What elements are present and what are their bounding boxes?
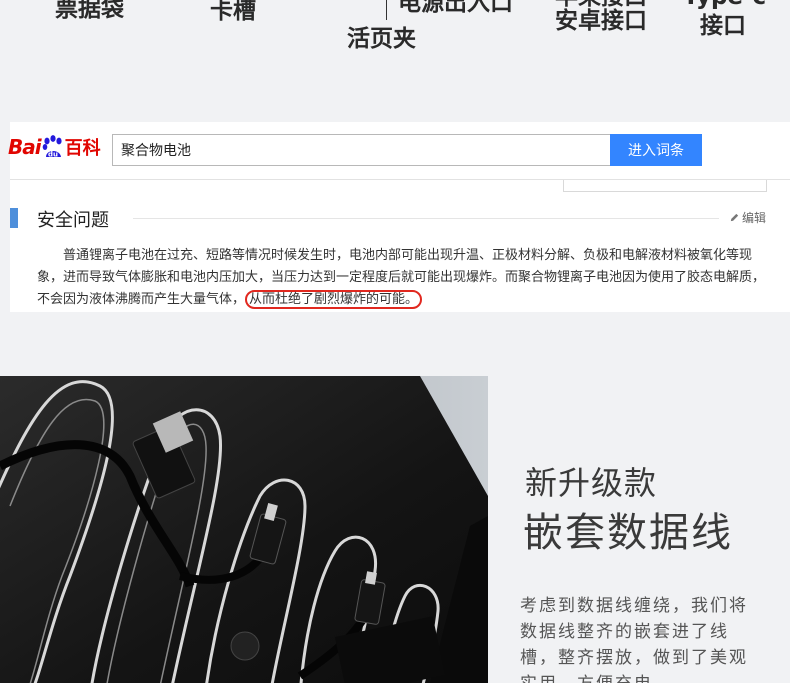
label-android-port: 安卓接口	[555, 8, 647, 34]
product-description: 考虑到数据线缠绕，我们将数据线整齐的嵌套进了线槽，整齐摆放，做到了美观实用，方便…	[520, 596, 748, 683]
product-photo	[0, 376, 488, 683]
section-paragraph: 普通锂离子电池在过充、短路等情况时候发生时，电池内部可能出现升温、正极材料分解、…	[37, 245, 767, 311]
logo-du-text: du	[48, 151, 58, 159]
label-card-slot: 卡槽	[210, 0, 256, 24]
search-input[interactable]	[112, 134, 610, 166]
label-divider	[386, 0, 387, 20]
product-title: 嵌套数据线	[523, 510, 733, 556]
logo-text-baike: 百科	[64, 138, 101, 159]
edit-link[interactable]: 编辑	[729, 209, 766, 226]
baidu-baike-logo[interactable]: Bai du 百科	[8, 132, 101, 162]
feature-labels: 票据袋 卡槽 电源出入口 活页夹 苹果接口 安卓接口 Type-c 接口	[0, 0, 790, 60]
label-ticket-bag: 票据袋	[55, 0, 124, 22]
cable-organizer-illustration	[0, 376, 488, 683]
section-title: 安全问题	[37, 210, 109, 231]
baike-header: Bai du 百科 进入词条	[8, 122, 790, 180]
section-rule	[133, 218, 719, 219]
label-typec-port: 接口	[700, 13, 746, 39]
product-subtitle: 新升级款	[525, 464, 658, 502]
label-power-io: 电源出入口	[398, 0, 513, 16]
highlighted-sentence: 从而杜绝了剧烈爆炸的可能。	[245, 290, 423, 309]
header-dropdown-edge	[563, 180, 767, 192]
baidu-baike-screenshot: Bai du 百科 进入词条 安全问题 编辑	[8, 122, 790, 312]
pencil-icon	[730, 213, 739, 222]
baidu-paw-icon: du	[42, 135, 62, 159]
product-detail-page: 票据袋 卡槽 电源出入口 活页夹 苹果接口 安卓接口 Type-c 接口 Bai…	[0, 0, 790, 683]
logo-text-bai: Bai	[8, 135, 42, 159]
enter-entry-button[interactable]: 进入词条	[610, 134, 702, 166]
edit-label: 编辑	[742, 211, 767, 225]
section-accent-bar	[10, 208, 18, 228]
label-loose-leaf: 活页夹	[347, 26, 416, 52]
label-typec: Type-c	[683, 0, 766, 10]
